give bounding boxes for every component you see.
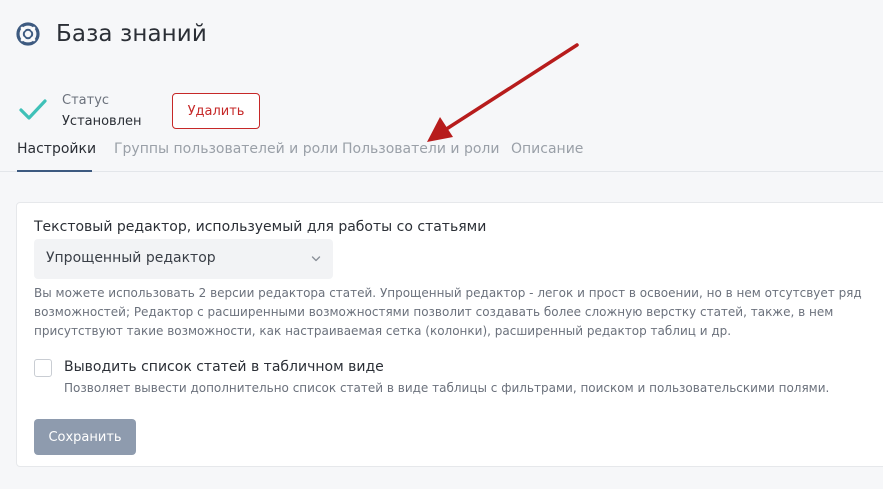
settings-card: Текстовый редактор, используемый для раб…	[16, 202, 883, 467]
status-text: Статус Установлен	[62, 92, 142, 132]
tab-users-roles[interactable]: Пользователи и роли	[342, 141, 499, 171]
table-view-label[interactable]: Выводить список статей в табличном виде	[64, 359, 384, 375]
tab-bar: Настройки Группы пользователей и роли По…	[0, 134, 883, 172]
table-view-checkbox[interactable]	[34, 359, 52, 377]
status-block: Статус Установлен	[18, 92, 142, 132]
tab-settings[interactable]: Настройки	[17, 141, 96, 172]
status-label: Статус	[62, 93, 110, 108]
editor-field-label: Текстовый редактор, используемый для раб…	[34, 219, 487, 235]
status-value: Установлен	[62, 114, 142, 129]
editor-select-value: Упрощенный редактор	[46, 250, 216, 266]
table-view-description: Позволяет вывести дополнительно список с…	[64, 381, 830, 395]
page-header: База знаний	[16, 18, 207, 50]
lifebuoy-icon	[16, 22, 40, 46]
delete-button[interactable]: Удалить	[172, 93, 260, 129]
editor-help-text: Вы можете использовать 2 версии редактор…	[34, 286, 862, 338]
editor-select[interactable]: Упрощенный редактор	[34, 239, 333, 279]
tab-description[interactable]: Описание	[511, 141, 583, 171]
page-title: База знаний	[56, 21, 207, 47]
save-button[interactable]: Сохранить	[34, 419, 136, 455]
chevron-down-icon	[311, 256, 321, 262]
tab-user-groups-roles[interactable]: Группы пользователей и роли	[114, 141, 338, 171]
checkmark-icon	[19, 99, 47, 120]
